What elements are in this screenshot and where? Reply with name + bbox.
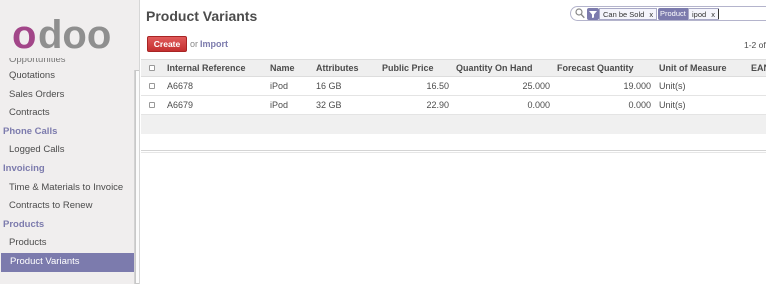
row-checkbox[interactable] bbox=[149, 83, 155, 89]
cell-attributes: 32 GB bbox=[316, 100, 342, 110]
pager-value[interactable]: 1-2 of bbox=[744, 40, 766, 50]
select-all-checkbox[interactable] bbox=[149, 65, 155, 71]
sidebar-scroll-thumb[interactable] bbox=[135, 70, 139, 284]
cell-quantity-on-hand: 25.000 bbox=[522, 81, 550, 91]
cell-attributes: 16 GB bbox=[316, 81, 342, 91]
row-checkbox[interactable] bbox=[149, 102, 155, 108]
sidebar-item-time-materials-to-invoice[interactable]: Time & Materials to Invoice bbox=[0, 179, 134, 198]
sidebar-item-products[interactable]: Products bbox=[0, 234, 134, 253]
facet-label: ipod bbox=[692, 10, 707, 19]
search-bar[interactable]: Can be Sold x Product ipod x bbox=[570, 6, 766, 21]
variants-table: Internal Reference Name Attributes Publi… bbox=[141, 59, 766, 134]
sidebar-item-contracts-to-renew[interactable]: Contracts to Renew bbox=[0, 197, 134, 216]
sidebar-item-sales-orders[interactable]: Sales Orders bbox=[0, 86, 134, 105]
column-unit-of-measure[interactable]: Unit of Measure bbox=[659, 60, 727, 77]
column-attributes[interactable]: Attributes bbox=[316, 60, 359, 77]
sidebar: o doo Opportunities Quotations Sales Order… bbox=[0, 0, 140, 284]
facet-remove-icon[interactable]: x bbox=[711, 10, 715, 19]
table-footer-band bbox=[141, 115, 766, 134]
filter-icon bbox=[587, 8, 599, 20]
table-row[interactable]: A6679 iPod 32 GB 22.90 0.000 0.000 Unit(… bbox=[141, 96, 766, 115]
column-ean[interactable]: EAN bbox=[751, 60, 766, 77]
cell-forecast-quantity: 0.000 bbox=[628, 100, 651, 110]
sidebar-item-product-variants[interactable]: Product Variants bbox=[1, 252, 134, 272]
cell-internal-reference: A6678 bbox=[167, 81, 194, 91]
cell-public-price: 16.50 bbox=[426, 81, 449, 91]
cell-unit-of-measure: Unit(s) bbox=[659, 100, 686, 110]
cell-unit-of-measure: Unit(s) bbox=[659, 81, 686, 91]
sidebar-item-logged-calls[interactable]: Logged Calls bbox=[0, 141, 134, 160]
column-forecast-quantity[interactable]: Forecast Quantity bbox=[557, 60, 634, 77]
cell-name: iPod bbox=[270, 100, 289, 110]
cell-public-price: 22.90 bbox=[426, 100, 449, 110]
column-quantity-on-hand[interactable]: Quantity On Hand bbox=[456, 60, 533, 77]
cell-forecast-quantity: 19.000 bbox=[623, 81, 651, 91]
column-public-price[interactable]: Public Price bbox=[382, 60, 434, 77]
or-text: or bbox=[190, 39, 199, 49]
sidebar-item-quotations[interactable]: Quotations bbox=[0, 67, 134, 86]
logo-rest-letters: doo bbox=[38, 13, 111, 56]
table-header: Internal Reference Name Attributes Publi… bbox=[141, 59, 766, 77]
search-icon[interactable] bbox=[575, 8, 585, 19]
logo-first-letter: o bbox=[12, 13, 36, 56]
cell-internal-reference: A6679 bbox=[167, 100, 194, 110]
table-row[interactable]: A6678 iPod 16 GB 16.50 25.000 19.000 Uni… bbox=[141, 77, 766, 96]
sidebar-section-phone-calls: Phone Calls bbox=[3, 125, 58, 137]
create-button[interactable]: Create bbox=[147, 36, 187, 52]
facet-can-be-sold[interactable]: Can be Sold x bbox=[599, 8, 658, 20]
main-content: Product Variants Can be Sold x Product i… bbox=[141, 0, 766, 284]
page-title: Product Variants bbox=[146, 8, 258, 24]
column-name[interactable]: Name bbox=[270, 60, 295, 77]
facet-product-ipod[interactable]: ipod x bbox=[688, 8, 720, 20]
sidebar-item-contracts[interactable]: Contracts bbox=[0, 104, 134, 123]
sidebar-section-invoicing: Invoicing bbox=[3, 162, 45, 174]
cell-name: iPod bbox=[270, 81, 289, 91]
facet-remove-icon[interactable]: x bbox=[649, 10, 653, 19]
sidebar-section-products: Products bbox=[3, 218, 45, 230]
column-internal-reference[interactable]: Internal Reference bbox=[167, 60, 246, 77]
sidebar-item-opportunities[interactable]: Opportunities bbox=[0, 58, 134, 67]
facet-label: Can be Sold bbox=[603, 10, 645, 19]
facet-category-product: Product bbox=[658, 8, 688, 20]
cell-quantity-on-hand: 0.000 bbox=[527, 100, 550, 110]
list-divider bbox=[141, 150, 766, 153]
import-link[interactable]: Import bbox=[200, 39, 228, 49]
search-input-cursor[interactable] bbox=[718, 9, 719, 19]
sidebar-menu: Opportunities Quotations Sales Orders Contr… bbox=[0, 58, 134, 272]
sidebar-scrollbar[interactable] bbox=[134, 70, 139, 284]
odoo-logo[interactable]: o doo bbox=[12, 12, 126, 56]
